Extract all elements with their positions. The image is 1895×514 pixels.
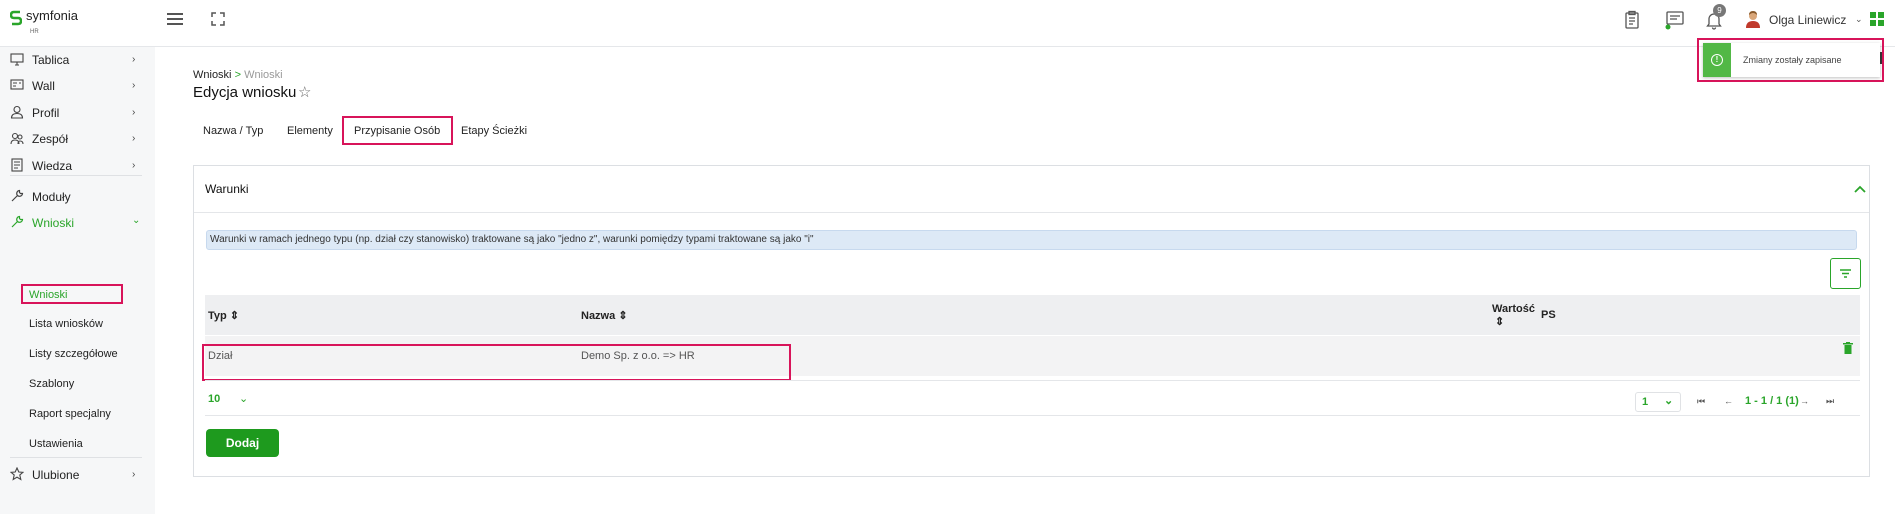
- next-page-icon[interactable]: →: [1800, 396, 1809, 406]
- last-page-icon[interactable]: ⏭: [1826, 396, 1834, 407]
- add-button[interactable]: Dodaj: [206, 429, 279, 457]
- chat-icon[interactable]: [1664, 10, 1684, 30]
- sidebar-item-label: Moduły: [32, 190, 71, 204]
- sidebar-item-tablica[interactable]: Tablica ›: [0, 47, 155, 73]
- sidebar-item-label: Zespół: [32, 132, 69, 146]
- sidebar-item-label: Tablica: [32, 53, 70, 67]
- sidebar-subitem-szablony[interactable]: Szablony: [29, 378, 74, 390]
- sidebar-item-moduly[interactable]: Moduły: [0, 184, 155, 210]
- sidebar-subitem-lista-wnioskow[interactable]: Lista wniosków: [29, 318, 103, 330]
- star-icon: [9, 466, 25, 481]
- user-icon: [10, 105, 24, 119]
- sidebar-subitem-ustawienia[interactable]: Ustawienia: [29, 438, 83, 450]
- table-header: Typ ⇕ Nazwa ⇕ Wartość ⇕ PS: [205, 295, 1860, 335]
- toast-notification[interactable]: ! Zmiany zostały zapisane: [1703, 43, 1880, 77]
- tab-elementy[interactable]: Elementy: [287, 125, 333, 137]
- filter-icon: [1840, 269, 1851, 278]
- trash-icon[interactable]: [1843, 341, 1853, 354]
- sidebar-divider: [10, 457, 142, 458]
- sidebar-item-label: Profil: [32, 106, 60, 120]
- notification-badge: 9: [1713, 4, 1726, 17]
- breadcrumb-parent[interactable]: Wnioski: [193, 69, 232, 81]
- chevron-right-icon: ›: [132, 469, 136, 480]
- sidebar-item-wnioski[interactable]: Wnioski ⌄: [0, 210, 155, 236]
- conditions-card: Warunki Warunki w ramach jednego typu (n…: [193, 165, 1870, 477]
- chevron-right-icon: ›: [132, 133, 136, 144]
- card-divider: [194, 212, 1869, 213]
- tab-nazwa-typ[interactable]: Nazwa / Typ: [203, 125, 263, 137]
- user-name[interactable]: Olga Liniewicz: [1769, 13, 1846, 27]
- divider: [205, 380, 1860, 381]
- avatar[interactable]: [1745, 10, 1761, 28]
- column-header-typ[interactable]: Typ ⇕: [208, 309, 239, 322]
- chevron-down-icon: ⌄: [1664, 395, 1674, 407]
- sidebar-item-label: Wiedza: [32, 159, 73, 173]
- page-select-value: 1: [1642, 396, 1649, 408]
- first-page-icon[interactable]: ⏮: [1697, 396, 1705, 407]
- monitor-icon: [10, 52, 24, 66]
- apps-icon[interactable]: [1870, 12, 1884, 26]
- chevron-down-icon[interactable]: ⌄: [1855, 14, 1863, 25]
- breadcrumb: Wnioski > Wnioski: [193, 69, 283, 81]
- chevron-right-icon: ›: [132, 160, 136, 171]
- fullscreen-icon[interactable]: [211, 12, 225, 26]
- info-icon: !: [1711, 54, 1723, 66]
- top-bar: symfonia HR 9 Olga Liniewicz ⌄: [0, 0, 1895, 47]
- filter-button[interactable]: [1830, 258, 1861, 289]
- favorite-star-icon[interactable]: ☆: [298, 83, 311, 101]
- sidebar: Tablica › Wall › Profil › Zespół › Wiedz…: [0, 47, 155, 514]
- sort-icon: ⇕: [618, 310, 628, 322]
- symfonia-logo-icon: [9, 9, 23, 29]
- tab-przypisanie-osob[interactable]: Przypisanie Osób: [354, 125, 440, 137]
- chevron-down-icon[interactable]: ⌄: [239, 392, 248, 405]
- sidebar-divider: [10, 175, 142, 176]
- sort-icon: ⇕: [229, 310, 240, 322]
- page-info: 1 - 1 / 1 (1): [1745, 395, 1799, 407]
- sidebar-item-label: Ulubione: [32, 468, 80, 482]
- sidebar-item-wall[interactable]: Wall ›: [0, 73, 155, 99]
- page-select[interactable]: 1 ⌄: [1635, 392, 1681, 412]
- breadcrumb-current: Wnioski: [244, 69, 283, 81]
- sidebar-subitem-raport-specjalny[interactable]: Raport specjalny: [29, 408, 111, 420]
- prev-page-icon[interactable]: ←: [1724, 396, 1733, 406]
- book-icon: [10, 158, 24, 172]
- chevron-right-icon: ›: [132, 107, 136, 118]
- chevron-right-icon: ›: [132, 80, 136, 91]
- page-title: Edycja wniosku: [193, 84, 297, 101]
- toast-message: Zmiany zostały zapisane: [1743, 55, 1842, 65]
- row-highlight-box: [202, 344, 791, 381]
- team-icon: [10, 131, 24, 145]
- sidebar-item-zespol[interactable]: Zespół ›: [0, 126, 155, 152]
- logo[interactable]: symfonia HR: [9, 8, 79, 35]
- info-banner: Warunki w ramach jednego typu (np. dział…: [206, 230, 1857, 250]
- sidebar-subitem-wnioski[interactable]: Wnioski: [29, 289, 68, 301]
- sidebar-subitem-listy-szczegolowe[interactable]: Listy szczegółowe: [29, 348, 118, 360]
- column-header-wartosc[interactable]: Wartość ⇕: [1492, 303, 1535, 328]
- sort-icon: ⇕: [1495, 316, 1505, 328]
- sidebar-item-label: Wnioski: [32, 216, 75, 230]
- brand-sub: HR: [30, 29, 39, 35]
- wrench-icon: [10, 189, 24, 203]
- column-header-ps: PS: [1541, 309, 1556, 321]
- wall-icon: [10, 78, 24, 92]
- column-header-nazwa[interactable]: Nazwa ⇕: [581, 309, 628, 322]
- chevron-right-icon: ›: [132, 54, 136, 65]
- hamburger-icon[interactable]: [167, 13, 183, 27]
- breadcrumb-separator: >: [234, 69, 242, 81]
- toast-icon-area: !: [1703, 43, 1731, 77]
- divider: [205, 415, 1860, 416]
- toast-progress: [1880, 52, 1882, 64]
- chevron-up-icon[interactable]: [1854, 182, 1866, 196]
- sidebar-item-ulubione[interactable]: Ulubione ›: [0, 462, 155, 488]
- clipboard-icon[interactable]: [1622, 10, 1642, 30]
- sidebar-item-label: Wall: [32, 79, 55, 93]
- tab-etapy-sciezki[interactable]: Etapy Ścieżki: [461, 125, 527, 137]
- brand-name: symfonia: [26, 8, 79, 23]
- page-size-select[interactable]: 10: [208, 393, 220, 405]
- chevron-down-icon: ⌄: [132, 215, 141, 226]
- card-title: Warunki: [205, 182, 249, 196]
- wrench-icon: [10, 215, 24, 229]
- sidebar-item-profil[interactable]: Profil ›: [0, 100, 155, 126]
